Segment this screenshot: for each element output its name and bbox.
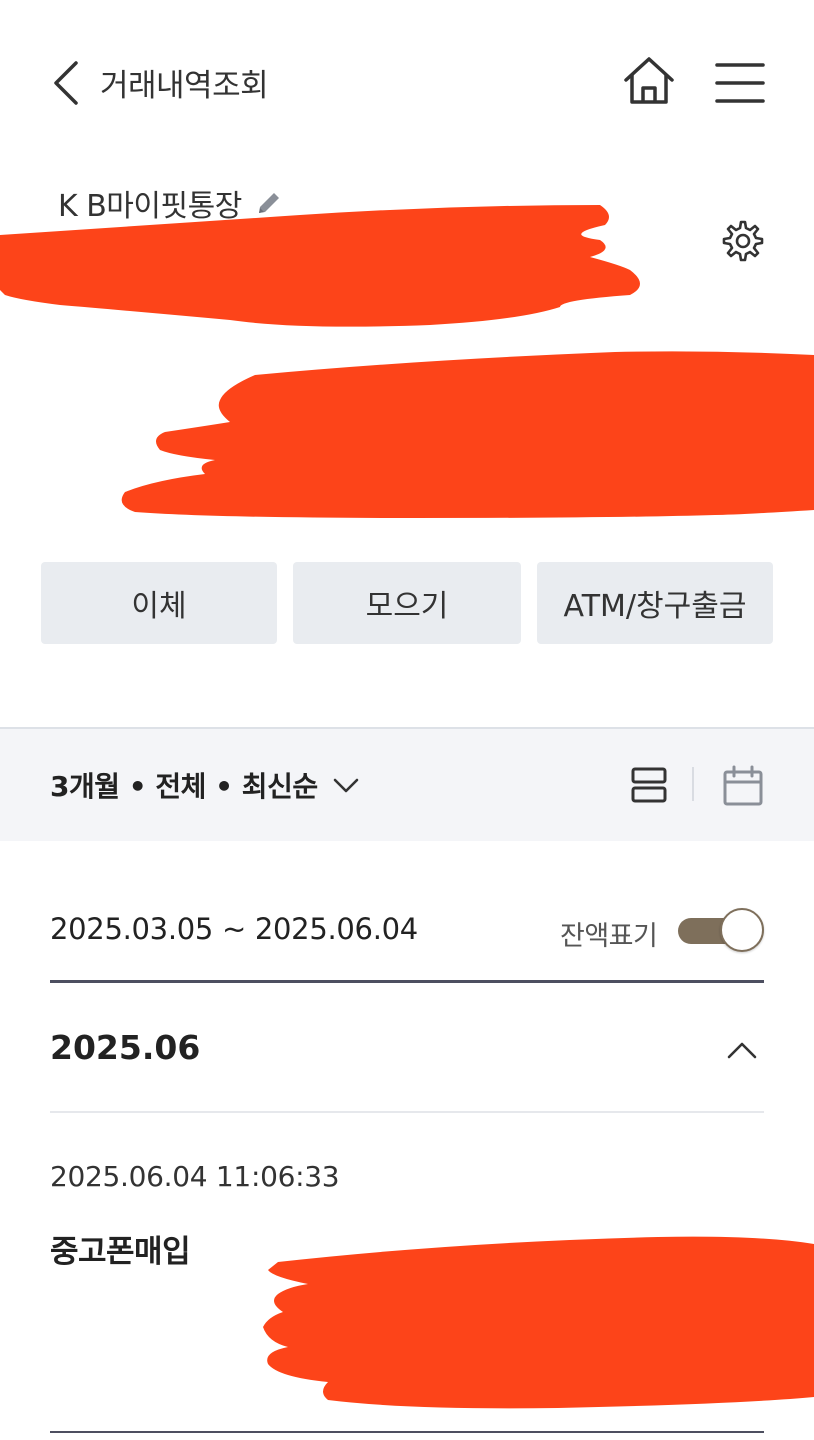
account-settings-button[interactable] xyxy=(720,218,766,264)
month-group-header[interactable]: 2025.06 xyxy=(50,1020,764,1080)
transaction-datetime: 2025.06.04 11:06:33 xyxy=(50,1160,340,1193)
save-money-button[interactable]: 모으기 xyxy=(293,562,521,644)
month-divider xyxy=(50,1111,764,1113)
menu-button[interactable] xyxy=(712,56,768,108)
calendar-view-button[interactable] xyxy=(720,763,766,809)
page-title: 거래내역조회 xyxy=(100,68,269,104)
filter-summary[interactable]: 3개월 • 전체 • 최신순 xyxy=(50,765,318,805)
chevron-left-icon xyxy=(54,61,78,105)
redaction-scribble xyxy=(263,1236,814,1409)
date-range: 2025.03.05 ~ 2025.06.04 xyxy=(50,912,418,946)
hamburger-menu-icon xyxy=(715,63,765,103)
top-app-bar: 거래내역조회 xyxy=(0,0,814,165)
home-button[interactable] xyxy=(620,52,678,110)
date-range-row: 2025.03.05 ~ 2025.06.04 잔액표기 xyxy=(50,906,764,956)
range-divider xyxy=(50,980,764,983)
redaction-scribble xyxy=(0,205,640,327)
transaction-divider xyxy=(50,1431,764,1433)
list-view-button[interactable] xyxy=(628,763,670,807)
chevron-up-icon xyxy=(727,1042,757,1059)
balance-display-toggle[interactable] xyxy=(676,906,766,954)
balance-display-label: 잔액표기 xyxy=(560,921,658,952)
home-icon xyxy=(624,57,674,104)
transfer-button[interactable]: 이체 xyxy=(41,562,277,644)
back-button[interactable] xyxy=(48,58,88,108)
redaction-scribble xyxy=(121,351,814,518)
list-view-icon xyxy=(631,767,667,803)
gear-icon xyxy=(722,220,764,262)
atm-withdrawal-button[interactable]: ATM/창구출금 xyxy=(537,562,773,644)
action-button-row: 이체 모으기 ATM/창구출금 xyxy=(0,562,814,644)
chevron-down-icon[interactable] xyxy=(332,771,360,799)
filter-bar: 3개월 • 전체 • 최신순 xyxy=(0,729,814,841)
toggle-knob xyxy=(720,908,764,952)
toolbar-divider xyxy=(692,767,694,801)
calendar-icon xyxy=(723,765,763,806)
month-label: 2025.06 xyxy=(50,1028,201,1067)
transaction-name[interactable]: 중고폰매입 xyxy=(50,1226,191,1271)
